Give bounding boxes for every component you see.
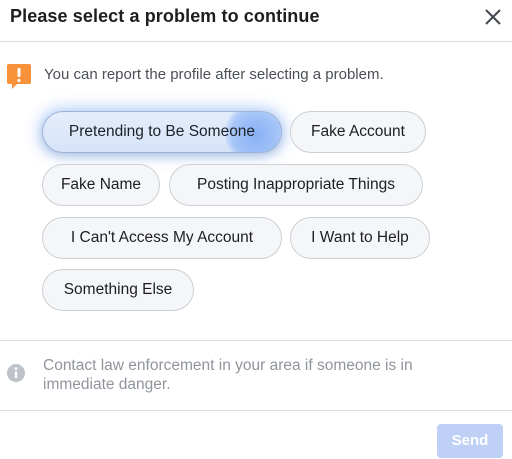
section-divider	[0, 340, 512, 341]
problem-option-label: Fake Account	[311, 123, 405, 140]
dialog-header: Please select a problem to continue	[0, 0, 512, 42]
problem-option-label: I Want to Help	[311, 229, 409, 246]
problem-option-fake-name[interactable]: Fake Name	[42, 164, 160, 206]
close-icon[interactable]	[480, 4, 506, 30]
problem-option-label: Fake Name	[60, 176, 142, 193]
info-icon	[6, 363, 26, 383]
report-dialog: Please select a problem to continue You …	[0, 0, 512, 459]
problem-option-want-to-help[interactable]: I Want to Help	[290, 217, 430, 259]
warning-flag-icon	[6, 62, 32, 90]
dialog-title: Please select a problem to continue	[10, 6, 320, 26]
send-button[interactable]: Send	[437, 424, 503, 458]
report-notice: You can report the profile after selecti…	[6, 62, 506, 90]
problem-option-something-else[interactable]: Something Else	[42, 269, 194, 311]
problem-option-cant-access[interactable]: I Can't Access My Account	[42, 217, 282, 259]
problem-option-label: Pretending to Be Someone	[68, 123, 256, 140]
problem-option-pretending[interactable]: Pretending to Be Someone	[42, 111, 282, 153]
notice-text: You can report the profile after selecti…	[44, 66, 384, 83]
problem-option-fake-account[interactable]: Fake Account	[290, 111, 426, 153]
footer-divider	[0, 410, 512, 411]
problem-option-label: I Can't Access My Account	[70, 229, 254, 246]
safety-info-text: Contact law enforcement in your area if …	[43, 357, 413, 393]
problem-option-label: Posting Inappropriate Things	[197, 176, 395, 193]
problem-option-inappropriate[interactable]: Posting Inappropriate Things	[169, 164, 423, 206]
safety-info: Contact law enforcement in your area if …	[6, 356, 506, 396]
problem-option-label: Something Else	[63, 281, 173, 298]
